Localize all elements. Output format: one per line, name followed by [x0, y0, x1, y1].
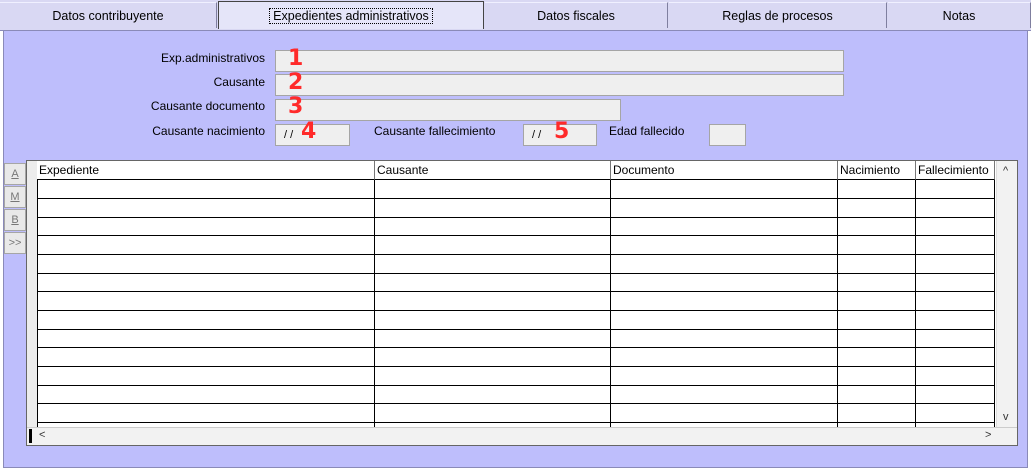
row-divider — [37, 329, 994, 330]
col-header-nacimiento[interactable]: Nacimiento — [838, 161, 916, 180]
row-divider — [37, 217, 994, 218]
tab-datos-contribuyente[interactable]: Datos contribuyente — [0, 2, 217, 28]
causante-nacimiento-label: Causante nacimiento — [152, 124, 265, 138]
more-button[interactable]: >> — [4, 232, 26, 254]
row-divider — [37, 235, 994, 236]
tab-datos-fiscales[interactable]: Datos fiscales — [485, 2, 668, 28]
edad-fallecido-field[interactable] — [709, 124, 746, 146]
exp-administrativos-field[interactable] — [275, 50, 844, 72]
vertical-scrollbar[interactable]: ^ v — [996, 161, 1017, 429]
col-header-causante[interactable]: Causante — [375, 161, 611, 180]
col-header-documento[interactable]: Documento — [611, 161, 838, 180]
row-divider — [37, 198, 994, 199]
row-divider — [37, 385, 994, 386]
row-divider — [37, 422, 994, 423]
row-divider — [37, 273, 994, 274]
scroll-right-icon[interactable]: > — [985, 429, 991, 441]
row-divider — [37, 291, 994, 292]
add-button[interactable]: A — [4, 163, 26, 185]
delete-button[interactable]: B — [4, 209, 26, 231]
exp-administrativos-label: Exp.administrativos — [160, 51, 265, 65]
annotation-5: 5 — [554, 119, 570, 144]
row-divider — [37, 254, 994, 255]
scroll-up-icon[interactable]: ^ — [1003, 165, 1008, 177]
row-divider — [37, 310, 994, 311]
scroll-left-icon[interactable]: < — [39, 429, 45, 441]
col-divider — [994, 180, 995, 429]
annotation-1: 1 — [288, 46, 304, 71]
causante-documento-field[interactable] — [275, 99, 621, 121]
row-divider — [37, 403, 994, 404]
scroll-thumb-marker — [29, 429, 32, 443]
causante-label: Causante — [213, 75, 265, 89]
scroll-down-icon[interactable]: v — [1003, 411, 1009, 423]
row-divider — [37, 347, 994, 348]
annotation-2: 2 — [288, 70, 304, 95]
edad-fallecido-label: Edad fallecido — [609, 124, 685, 138]
tab-notas[interactable]: Notas — [888, 2, 1031, 28]
col-header-expediente[interactable]: Expediente — [37, 161, 375, 180]
tab-reglas-de-procesos[interactable]: Reglas de procesos — [669, 2, 887, 28]
horizontal-scrollbar[interactable]: < > — [27, 427, 1017, 445]
causante-field[interactable] — [275, 74, 844, 96]
col-header-fallecimiento[interactable]: Fallecimiento — [916, 161, 995, 180]
expedientes-grid[interactable]: Expediente Causante Documento Nacimiento… — [26, 160, 1018, 446]
causante-fallecimiento-label: Causante fallecimiento — [374, 124, 496, 138]
annotation-4: 4 — [301, 119, 317, 144]
annotation-3: 3 — [288, 94, 304, 119]
tab-expedientes-administrativos[interactable]: Expedientes administrativos — [218, 1, 484, 29]
causante-documento-label: Causante documento — [150, 99, 265, 113]
row-divider — [37, 366, 994, 367]
modify-button[interactable]: M — [4, 186, 26, 208]
tab-bar: Datos contribuyente Expedientes administ… — [0, 0, 1031, 31]
